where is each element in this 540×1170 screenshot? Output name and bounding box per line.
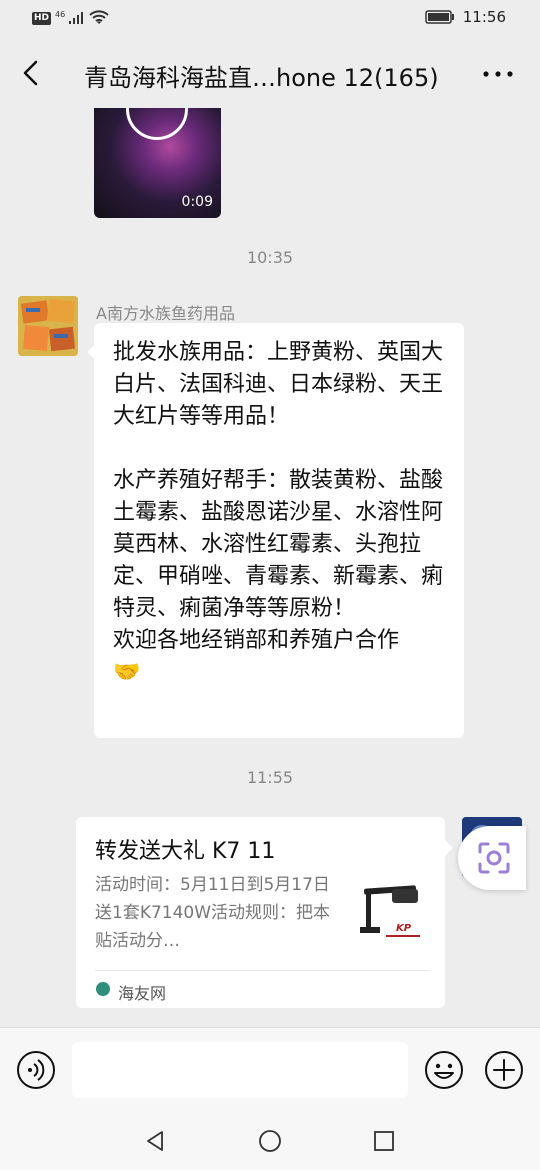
battery-icon: [425, 10, 454, 24]
card-source: 海友网: [118, 984, 167, 1003]
more-horizontal-icon[interactable]: [478, 60, 518, 88]
plus-icon[interactable]: [484, 1050, 524, 1090]
input-bar: [0, 1027, 540, 1111]
avatar[interactable]: [18, 296, 78, 356]
play-icon[interactable]: [126, 108, 188, 140]
timestamp: 10:35: [246, 248, 294, 267]
network-type: 46: [55, 9, 66, 19]
signal-icon: [69, 12, 84, 24]
clock: 11:56: [462, 8, 506, 26]
chevron-left-icon[interactable]: [14, 56, 48, 90]
card-description: 活动时间：5月11日到5月17日送1套K7140W活动规则：把本贴活动分…: [95, 875, 331, 951]
nav-recent-icon[interactable]: [373, 1130, 395, 1152]
timestamp: 11:55: [246, 768, 294, 787]
chat-title: 青岛海科海盐直…hone 12(165): [84, 64, 439, 92]
card-thumbnail: KP: [356, 879, 426, 949]
scan-lens-button[interactable]: [458, 826, 526, 890]
message-bubble[interactable]: 批发水族用品：上野黄粉、英国大白片、法国科迪、日本绿粉、天王大红片等等用品！ 水…: [94, 323, 464, 738]
card-divider: [95, 970, 430, 971]
hd-badge: HD: [32, 11, 52, 25]
video-message[interactable]: 0:09: [94, 108, 221, 218]
link-card[interactable]: 转发送大礼 K7 11 活动时间：5月11日到5月17日送1套K7140W活动规…: [76, 817, 445, 1008]
scan-lens-icon: [478, 842, 510, 874]
card-title: 转发送大礼 K7 11: [95, 839, 276, 864]
video-duration: 0:09: [181, 194, 213, 210]
emoji-icon[interactable]: [424, 1050, 464, 1090]
chat-header: 青岛海科海盐直…hone 12(165): [0, 40, 540, 108]
message-input[interactable]: [72, 1042, 408, 1098]
sender-name: A南方水族鱼药用品: [96, 304, 235, 323]
voice-icon[interactable]: [16, 1050, 56, 1090]
message-text: 批发水族用品：上野黄粉、英国大白片、法国科迪、日本绿粉、天王大红片等等用品！ 水…: [113, 340, 444, 685]
source-logo-icon: [96, 982, 110, 996]
status-bar: HD 46 11:56: [0, 0, 540, 38]
nav-home-icon[interactable]: [258, 1129, 282, 1153]
system-nav-bar: [0, 1111, 540, 1170]
nav-back-icon[interactable]: [143, 1129, 167, 1153]
svg-text:KP: KP: [396, 923, 412, 934]
wifi-icon: [89, 10, 109, 24]
card-tail: [445, 840, 453, 856]
avatar-image: [18, 296, 78, 356]
